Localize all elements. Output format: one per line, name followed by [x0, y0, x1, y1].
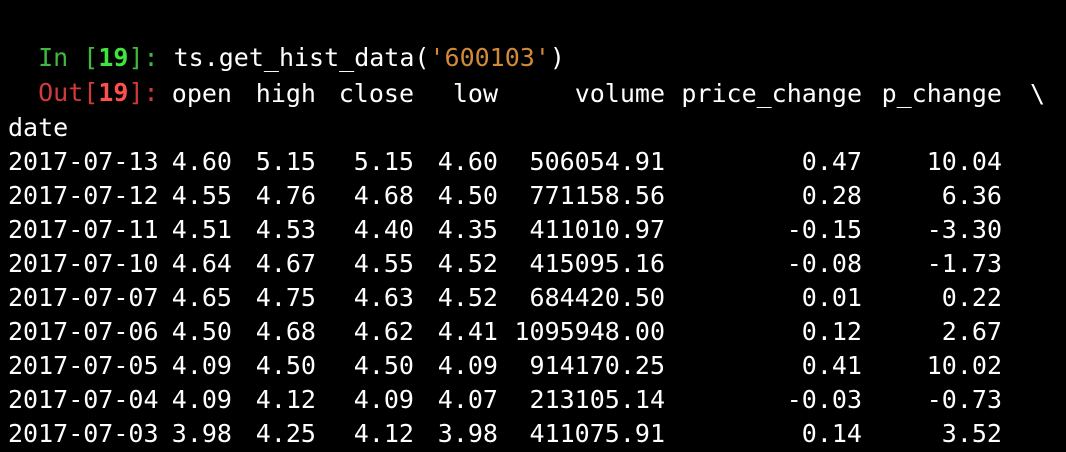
cell-volume: 1095948.00	[514, 317, 665, 346]
cell-volume: 411010.97	[529, 215, 665, 244]
cell-high: 4.76	[255, 181, 316, 210]
cell-p-change: -3.30	[926, 215, 1002, 244]
cell-price-change: -0.03	[786, 385, 862, 414]
cell-volume: 213105.14	[529, 385, 665, 414]
cell-p-change: 2.67	[941, 317, 1002, 346]
cell-high: 4.67	[255, 249, 316, 278]
cell-p-change: 10.02	[926, 351, 1002, 380]
cell-high: 4.75	[255, 283, 316, 312]
cell-volume: 411075.91	[529, 419, 665, 448]
cell-volume: 506054.91	[529, 147, 665, 176]
code-string-literal: '600103'	[429, 43, 550, 72]
code-call: ts.get_hist_data(	[173, 43, 430, 72]
cell-p-change: 0.22	[941, 283, 1002, 312]
output-prompt-label: Out[	[38, 78, 99, 107]
cell-high: 4.50	[255, 351, 316, 380]
cell-volume: 771158.56	[529, 181, 665, 210]
cell-price-change: 0.12	[801, 317, 862, 346]
cell-price-change: 0.14	[801, 419, 862, 448]
cell-volume: 684420.50	[529, 283, 665, 312]
cell-p-change: 6.36	[941, 181, 1002, 210]
output-line: Out[19]:	[8, 42, 158, 107]
cell-price-change: 0.47	[801, 147, 862, 176]
cell-high: 4.53	[255, 215, 316, 244]
cell-volume: 415095.16	[529, 249, 665, 278]
cell-price-change: 0.41	[801, 351, 862, 380]
cell-price-change: -0.15	[786, 215, 862, 244]
cell-price-change: -0.08	[786, 249, 862, 278]
cell-p-change: 3.52	[941, 419, 1002, 448]
index-name: date	[8, 113, 69, 142]
cell-p-change: -0.73	[926, 385, 1002, 414]
cell-p-change: -1.73	[926, 249, 1002, 278]
cell-high: 4.68	[255, 317, 316, 346]
cell-volume: 914170.25	[529, 351, 665, 380]
cell-high: 5.15	[255, 147, 316, 176]
output-prompt-number: 19	[98, 78, 129, 107]
column-header-p-change: p_change	[881, 79, 1002, 108]
cell-price-change: 0.28	[801, 181, 862, 210]
code-call-end: )	[549, 43, 565, 72]
cell-price-change: 0.01	[801, 283, 862, 312]
column-header-volume: volume	[574, 79, 665, 108]
cell-p-change: 10.04	[926, 147, 1002, 176]
line-continuation-marker: \	[1030, 79, 1046, 108]
cell-high: 4.12	[255, 385, 316, 414]
cell-high: 4.25	[255, 419, 316, 448]
column-header-price-change: price_change	[681, 79, 862, 108]
column-header-high: high	[255, 79, 316, 108]
input-line: In [19]: ts.get_hist_data('600103')	[8, 7, 565, 72]
